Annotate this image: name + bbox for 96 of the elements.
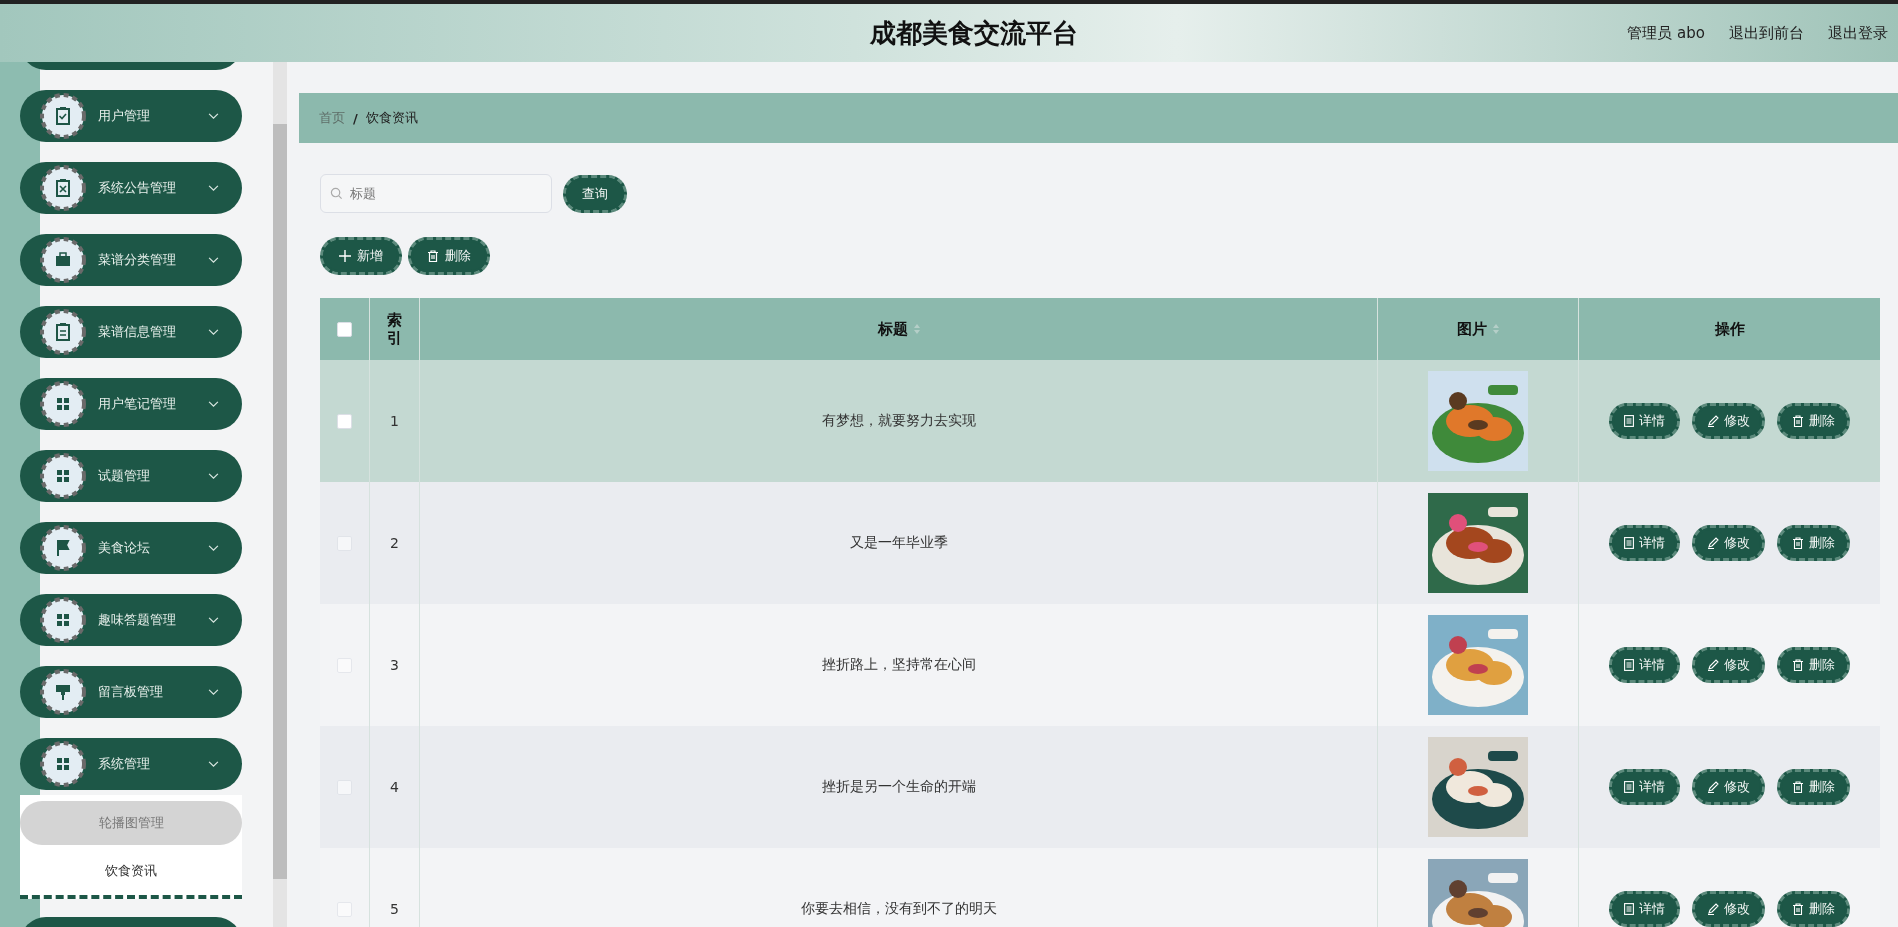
detail-button[interactable]: 详情 [1609,647,1680,683]
trash-icon [427,250,439,262]
menu-badge-icon [40,741,86,787]
table-cell: 1 [390,413,399,429]
query-button[interactable]: 查询 [563,174,627,213]
table-cell: 5 [390,901,399,917]
header-link[interactable]: 退出到前台 [1729,23,1804,43]
table-cell: 你要去相信，没有到不了的明天 [800,900,997,918]
delete-button[interactable]: 删除 [1777,647,1850,683]
menu-item[interactable]: 菜谱信息管理 [20,306,242,358]
menu-item[interactable]: 菜谱分类管理 [20,234,242,286]
detail-button[interactable]: 详情 [1609,525,1680,561]
table-row[interactable]: 1 有梦想，就要努力去实现 详情 修改 删除 [320,360,1880,482]
menu-item[interactable]: 系统管理 [20,738,242,790]
select-all-checkbox[interactable] [337,321,352,337]
menu-badge-icon [40,597,86,643]
delete-button[interactable]: 删除 [1777,525,1850,561]
menu-item[interactable]: 美食论坛 [20,522,242,574]
menu-item[interactable]: 试题管理 [20,450,242,502]
chevron-down-icon [208,328,219,336]
breadcrumb-item: 饮食资讯 [365,109,418,127]
delete-button[interactable]: 删除 [408,237,490,275]
chevron-down-icon [208,112,219,120]
pencil-icon [1707,415,1719,427]
chevron-down-icon [208,544,219,552]
pencil-icon [1707,659,1719,671]
detail-button[interactable]: 详情 [1609,769,1680,805]
trash-icon [1792,537,1804,549]
edit-button[interactable]: 修改 [1692,891,1765,927]
chevron-down-icon [208,400,219,408]
menu-badge-icon [40,237,86,283]
submenu-item[interactable]: 饮食资讯 [20,847,242,899]
chevron-down-icon [208,472,219,480]
menu-item[interactable]: 系统公告管理 [20,162,242,214]
edit-button[interactable]: 修改 [1692,769,1765,805]
chevron-down-icon [208,688,219,696]
table-cell: 4 [390,779,399,795]
trash-icon [1792,903,1804,915]
edit-button[interactable]: 修改 [1692,647,1765,683]
plus-icon [339,250,351,262]
trash-icon [1792,781,1804,793]
user-label: 管理员 abo [1627,23,1705,43]
sort-icon [1493,324,1499,334]
scrollbar[interactable] [273,62,287,927]
pencil-icon [1707,903,1719,915]
menu-item[interactable]: 用户管理 [20,90,242,142]
breadcrumb-separator: / [353,110,358,126]
table-cell: 挫折是另一个生命的开端 [821,778,976,796]
menu-badge-icon [40,309,86,355]
search-icon [330,187,343,200]
menu-badge-icon [40,381,86,427]
document-icon [1624,415,1634,427]
edit-button[interactable]: 修改 [1692,403,1765,439]
menu-badge-icon [40,93,86,139]
trash-icon [1792,415,1804,427]
detail-button[interactable]: 详情 [1609,403,1680,439]
sort-icon [913,324,920,334]
table-cell: 又是一年毕业季 [849,534,948,552]
pencil-icon [1707,537,1719,549]
menu-badge-icon [40,165,86,211]
pencil-icon [1707,781,1719,793]
chevron-down-icon [208,184,219,192]
column-header[interactable]: 图片 [1457,319,1499,339]
menu-item[interactable]: 趣味答题管理 [20,594,242,646]
menu-badge-icon [40,669,86,715]
document-icon [1624,781,1634,793]
table-cell: 3 [390,657,399,673]
column-header: 操作 [1714,319,1745,339]
delete-button[interactable]: 删除 [1777,403,1850,439]
search-field[interactable]: 标题 [320,174,552,213]
site-title: 成都美食交流平台 [870,16,1078,50]
delete-button[interactable]: 删除 [1777,891,1850,927]
column-header[interactable]: 标题 [877,319,920,339]
chevron-down-icon [208,760,219,768]
delete-button[interactable]: 删除 [1777,769,1850,805]
add-button[interactable]: 新增 [320,237,402,275]
table-cell: 有梦想，就要努力去实现 [821,412,976,430]
document-icon [1624,903,1634,915]
chevron-down-icon [208,256,219,264]
table-cell: 挫折路上，坚持常在心间 [821,656,976,674]
menu-item[interactable]: 留言板管理 [20,666,242,718]
table-row[interactable]: 2 又是一年毕业季 详情 修改 删除 [320,482,1880,604]
trash-icon [1792,659,1804,671]
menu-badge-icon [40,453,86,499]
menu-item[interactable]: 用户笔记管理 [20,378,242,430]
document-icon [1624,537,1634,549]
table-row[interactable]: 4 挫折是另一个生命的开端 详情 修改 删除 [320,726,1880,848]
edit-button[interactable]: 修改 [1692,525,1765,561]
detail-button[interactable]: 详情 [1609,891,1680,927]
table-cell: 2 [390,535,399,551]
column-header: 索引 [387,311,402,347]
row-checkbox[interactable] [337,413,352,429]
header-link[interactable]: 退出登录 [1828,23,1888,43]
menu-badge-icon [40,525,86,571]
chevron-down-icon [208,616,219,624]
document-icon [1624,659,1634,671]
